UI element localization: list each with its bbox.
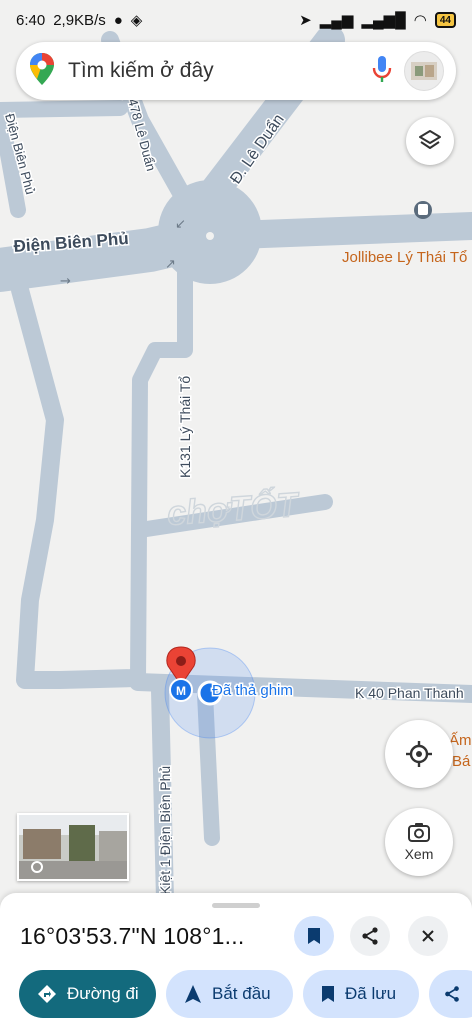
microphone-icon[interactable] bbox=[372, 54, 392, 89]
my-location-button[interactable] bbox=[385, 720, 453, 788]
close-button[interactable] bbox=[408, 916, 448, 956]
street-label-k131: K131 Lý Thái Tổ bbox=[177, 376, 193, 478]
battery-icon: 44 bbox=[434, 12, 456, 28]
battery-level: 44 bbox=[439, 14, 451, 26]
signal-icon: ▂▄▆ bbox=[319, 12, 354, 29]
layers-notification-icon: ◈ bbox=[130, 12, 143, 29]
saved-button[interactable]: Đã lưu bbox=[303, 970, 419, 1018]
crosshair-icon bbox=[406, 741, 432, 767]
close-icon bbox=[422, 930, 434, 942]
poi-jollibee-label[interactable]: Jollibee Lý Thái Tổ bbox=[342, 249, 467, 266]
google-maps-pin-icon bbox=[30, 52, 54, 90]
street-view-thumbnail[interactable] bbox=[17, 813, 129, 881]
svg-text:↗: ↗ bbox=[165, 257, 176, 272]
directions-icon bbox=[38, 985, 56, 1003]
road-top-left bbox=[0, 100, 128, 118]
lens-camera-icon bbox=[408, 823, 430, 842]
bookmark-icon bbox=[308, 928, 320, 944]
sheet-drag-handle[interactable] bbox=[212, 903, 260, 908]
poi-right-edge-1[interactable]: Ấm bbox=[449, 732, 472, 749]
start-label: Bắt đầu bbox=[212, 984, 271, 1003]
navigation-arrow-icon bbox=[185, 985, 201, 1003]
layers-button[interactable] bbox=[406, 117, 454, 165]
directions-button[interactable]: Đường đi bbox=[19, 970, 156, 1018]
svg-text:↙: ↙ bbox=[175, 217, 186, 232]
explore-lens-button[interactable]: Xem bbox=[385, 808, 453, 876]
share-button[interactable] bbox=[350, 916, 390, 956]
directions-label: Đường đi bbox=[67, 984, 139, 1003]
bookmark-filled-icon bbox=[322, 986, 334, 1002]
avatar[interactable] bbox=[404, 51, 444, 91]
poi-right-edge-2[interactable]: Bá bbox=[452, 753, 471, 770]
search-input[interactable]: Tìm kiếm ở đây bbox=[68, 59, 372, 83]
wifi-icon: ◠ bbox=[413, 12, 427, 29]
svg-text:→: → bbox=[60, 274, 71, 289]
pin-label: Đã thả ghim bbox=[212, 682, 293, 699]
search-bar[interactable]: Tìm kiếm ở đây bbox=[16, 42, 456, 100]
share-icon bbox=[362, 927, 378, 945]
place-bottom-sheet[interactable]: 16°03'53.7"N 108°1... Đường đi Bắt đầu Đ… bbox=[0, 893, 472, 1024]
street-label-k40: K 40 Phan Thanh bbox=[355, 685, 464, 701]
app-notification-icon: ● bbox=[113, 11, 123, 29]
status-time: 6:40 bbox=[16, 11, 46, 29]
street-label-kiet-1: Kiệt 1 Điện Biên Phủ bbox=[157, 766, 173, 895]
status-speed: 2,9KB/s bbox=[53, 11, 106, 29]
signal-icon-2: ▂▄▆█ bbox=[361, 12, 406, 29]
location-arrow-icon: ➤ bbox=[299, 12, 312, 29]
share-chip-button[interactable] bbox=[429, 970, 472, 1018]
explore-label: Xem bbox=[404, 846, 434, 862]
share-chip-icon bbox=[445, 986, 459, 1002]
start-navigation-button[interactable]: Bắt đầu bbox=[166, 970, 293, 1018]
coordinates-title: 16°03'53.7"N 108°1... bbox=[20, 923, 245, 949]
save-bookmark-button[interactable] bbox=[294, 916, 334, 956]
status-bar: 6:40 2,9KB/s ● ◈ ➤ ▂▄▆ ▂▄▆█ ◠ 44 bbox=[0, 0, 472, 40]
svg-text:M: M bbox=[176, 684, 186, 698]
saved-label: Đã lưu bbox=[345, 984, 397, 1003]
bus-stop-icon[interactable] bbox=[414, 201, 432, 219]
layers-icon bbox=[419, 130, 441, 149]
